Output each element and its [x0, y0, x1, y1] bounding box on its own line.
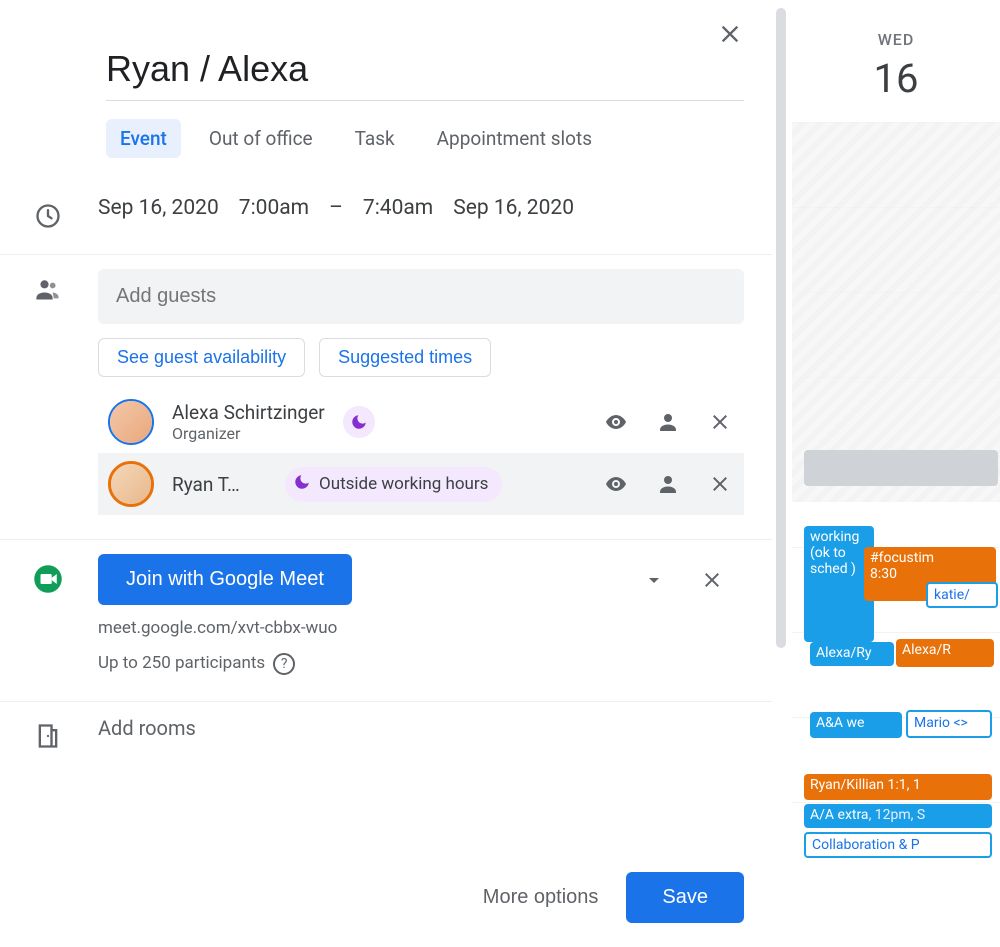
mark-optional-button[interactable]: [654, 470, 682, 498]
calendar-event[interactable]: A/A extra, 12pm, S: [804, 804, 992, 828]
help-icon[interactable]: ?: [273, 653, 295, 675]
save-button[interactable]: Save: [626, 872, 744, 923]
calendar-event[interactable]: katie/: [926, 582, 998, 608]
calendar-event[interactable]: Collaboration & P: [804, 832, 992, 858]
tab-task[interactable]: Task: [341, 119, 409, 158]
remove-guest-button[interactable]: [706, 408, 734, 436]
calendar-event[interactable]: Alexa/R: [896, 639, 994, 667]
meet-dropdown-button[interactable]: [640, 566, 668, 594]
guest-name: Alexa Schirtzinger: [172, 401, 325, 424]
guest-info: Alexa Schirtzinger Organizer: [172, 401, 325, 443]
avatar: [108, 461, 154, 507]
day-header[interactable]: WED 16: [792, 0, 1000, 122]
title-row: [0, 48, 772, 101]
calendar-day-column: WED 16 working (ok to sched ) #focustim …: [792, 0, 1000, 947]
non-working-hours: [792, 122, 1000, 502]
meet-row: Join with Google Meet meet.google.com/xv…: [0, 540, 772, 691]
suggested-times-button[interactable]: Suggested times: [319, 338, 491, 377]
calendar-grid[interactable]: working (ok to sched ) #focustim 8:30 ka…: [792, 122, 1000, 882]
event-create-modal: Event Out of office Task Appointment slo…: [0, 0, 772, 947]
scrollbar[interactable]: [776, 8, 786, 648]
remove-guest-button[interactable]: [706, 470, 734, 498]
modal-footer: More options Save: [0, 852, 772, 947]
meet-button-row: Join with Google Meet: [98, 554, 744, 605]
status-text: Outside working hours: [319, 474, 488, 494]
end-date[interactable]: Sep 16, 2020: [453, 196, 574, 220]
mark-optional-button[interactable]: [654, 408, 682, 436]
start-date[interactable]: Sep 16, 2020: [98, 196, 219, 220]
rooms-row: Add rooms: [0, 702, 772, 764]
start-time[interactable]: 7:00am: [239, 196, 309, 220]
add-guests-input[interactable]: [98, 269, 744, 324]
meet-participants: Up to 250 participants: [98, 650, 265, 677]
calendar-event[interactable]: Ryan/Killian 1:1, 1: [804, 774, 992, 800]
tab-event[interactable]: Event: [106, 119, 181, 158]
close-icon: [716, 20, 744, 48]
close-row: [0, 0, 772, 48]
calendar-event[interactable]: Mario <>: [906, 710, 992, 738]
calendar-event[interactable]: A&A we: [810, 712, 902, 738]
google-meet-icon: [28, 554, 68, 594]
tab-out-of-office[interactable]: Out of office: [195, 119, 327, 158]
guest-actions: [602, 470, 734, 498]
day-number: 16: [792, 55, 1000, 102]
tab-appointment-slots[interactable]: Appointment slots: [423, 119, 606, 158]
close-button[interactable]: [716, 20, 744, 48]
room-icon: [28, 716, 68, 750]
guest-name: Ryan T…: [172, 473, 267, 496]
guest-list: Alexa Schirtzinger Organizer: [98, 391, 744, 515]
join-google-meet-button[interactable]: Join with Google Meet: [98, 554, 352, 605]
guest-item: Ryan T… Outside working hours: [98, 453, 744, 515]
calendar-event[interactable]: Alexa/Ry: [810, 642, 894, 666]
meet-details: meet.google.com/xvt-cbbx-wuo Up to 250 p…: [98, 615, 744, 677]
working-hours-chip: Outside working hours: [285, 467, 502, 502]
guests-row: See guest availability Suggested times A…: [0, 255, 772, 529]
people-icon: [28, 269, 68, 303]
avatar: [108, 399, 154, 445]
more-options-button[interactable]: More options: [483, 886, 599, 909]
event-placeholder[interactable]: [804, 450, 998, 486]
meet-actions: [640, 566, 726, 594]
day-name: WED: [792, 30, 1000, 49]
time-row: Sep 16, 2020 7:00am – 7:40am Sep 16, 202…: [0, 182, 772, 244]
guest-actions: [602, 408, 734, 436]
time-range[interactable]: Sep 16, 2020 7:00am – 7:40am Sep 16, 202…: [98, 196, 744, 220]
see-availability-button[interactable]: See guest availability: [98, 338, 305, 377]
clock-icon: [28, 196, 68, 230]
add-rooms-button[interactable]: Add rooms: [98, 716, 744, 740]
guest-info: Ryan T…: [172, 473, 267, 496]
time-dash: –: [329, 196, 343, 220]
end-time[interactable]: 7:40am: [363, 196, 433, 220]
visibility-toggle[interactable]: [602, 470, 630, 498]
event-title-input[interactable]: [106, 48, 744, 101]
moon-icon: [293, 473, 311, 496]
guest-role: Organizer: [172, 424, 325, 443]
guest-item-organizer: Alexa Schirtzinger Organizer: [98, 391, 744, 453]
remove-meet-button[interactable]: [698, 566, 726, 594]
moon-icon: [343, 406, 375, 438]
meet-link: meet.google.com/xvt-cbbx-wuo: [98, 615, 744, 642]
guest-chip-buttons: See guest availability Suggested times: [98, 338, 744, 377]
event-type-tabs: Event Out of office Task Appointment slo…: [0, 101, 772, 182]
visibility-toggle[interactable]: [602, 408, 630, 436]
